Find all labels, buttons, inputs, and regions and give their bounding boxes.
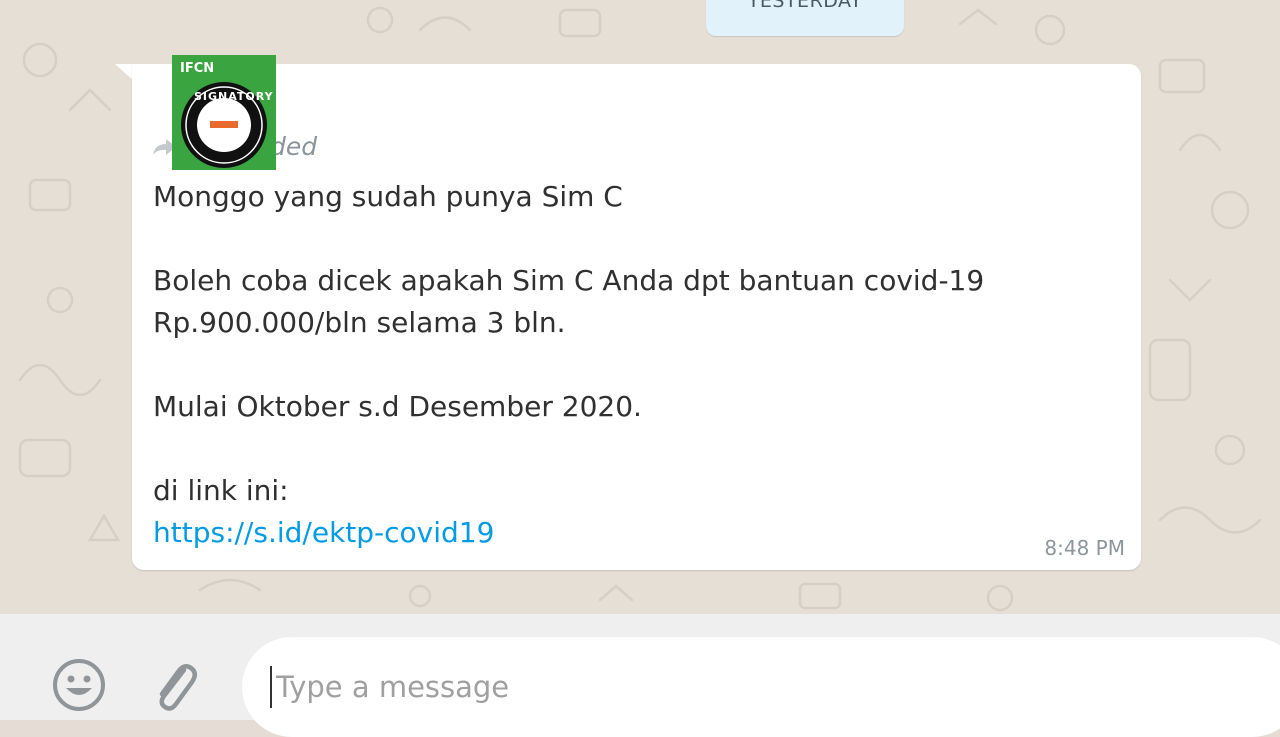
emoji-icon[interactable] xyxy=(50,656,108,714)
message-timestamp: 8:48 PM xyxy=(1044,536,1125,560)
message-text: Monggo yang sudah punya Sim C Boleh coba… xyxy=(153,180,985,507)
ifcn-signatory-badge: IFCN SIGNATORY xyxy=(172,55,276,170)
paperclip-icon[interactable] xyxy=(146,656,198,714)
text-caret xyxy=(270,666,272,708)
message-link[interactable]: https://s.id/ektp-covid19 xyxy=(153,512,494,554)
message-bubble[interactable]: Forwarded Monggo yang sudah punya Sim C … xyxy=(132,64,1141,570)
signatory-label: SIGNATORY xyxy=(194,90,274,103)
date-chip: YESTERDAY xyxy=(706,0,904,36)
chat-background: YESTERDAY Forwarded Monggo yang sudah pu… xyxy=(0,0,1280,614)
message-input-placeholder: Type a message xyxy=(276,670,510,704)
signatory-seal-icon xyxy=(181,82,267,168)
